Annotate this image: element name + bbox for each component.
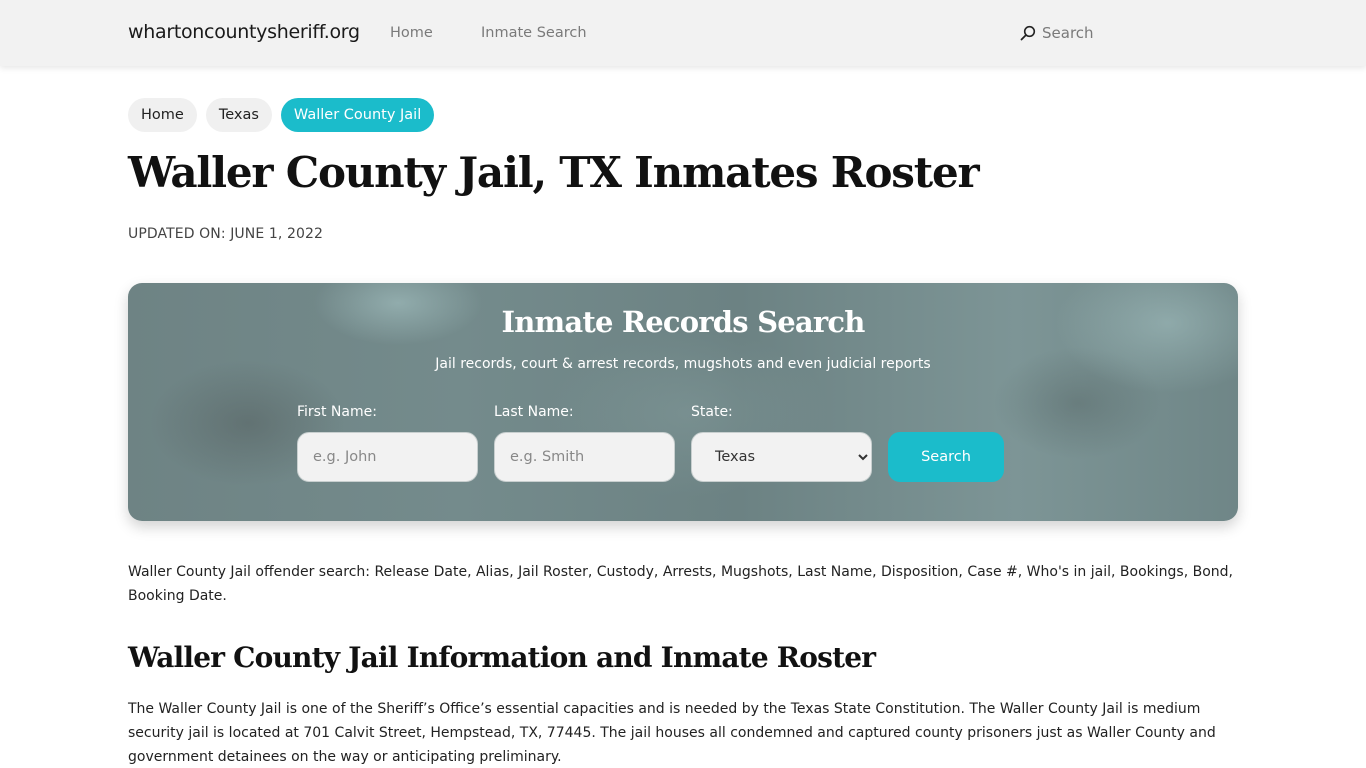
top-navbar: whartoncountysheriff.org Home Inmate Sea… — [0, 0, 1366, 66]
state-label: State: — [691, 404, 733, 420]
state-select[interactable]: Texas — [691, 432, 872, 482]
last-name-label: Last Name: — [494, 404, 574, 420]
search-submit-button[interactable]: Search — [888, 432, 1004, 482]
breadcrumb-home[interactable]: Home — [128, 98, 197, 132]
updated-date: UPDATED ON: JUNE 1, 2022 — [128, 226, 323, 242]
breadcrumb-texas[interactable]: Texas — [205, 98, 272, 132]
nav-search-button[interactable]: Search — [1020, 24, 1094, 42]
intro-paragraph: Waller County Jail offender search: Rele… — [128, 564, 1233, 604]
section-title: Waller County Jail Information and Inmat… — [128, 641, 876, 674]
nav-link-home[interactable]: Home — [390, 25, 433, 41]
search-panel-title: Inmate Records Search — [501, 305, 865, 339]
search-panel-subtitle: Jail records, court & arrest records, mu… — [435, 356, 931, 372]
breadcrumb-waller-county-jail[interactable]: Waller County Jail — [280, 98, 435, 132]
search-icon — [1020, 25, 1036, 41]
nav-search-label: Search — [1042, 24, 1094, 42]
last-name-input[interactable] — [494, 432, 675, 482]
page-title: Waller County Jail, TX Inmates Roster — [128, 148, 980, 197]
first-name-input[interactable] — [297, 432, 478, 482]
site-brand-link[interactable]: whartoncountysheriff.org — [128, 21, 360, 43]
breadcrumb: Home Texas Waller County Jail — [128, 98, 435, 132]
jail-info-paragraph: The Waller County Jail is one of the She… — [128, 701, 1216, 765]
nav-link-inmate-search[interactable]: Inmate Search — [481, 25, 587, 41]
inmate-search-panel: Inmate Records Search Jail records, cour… — [128, 283, 1238, 521]
first-name-label: First Name: — [297, 404, 377, 420]
